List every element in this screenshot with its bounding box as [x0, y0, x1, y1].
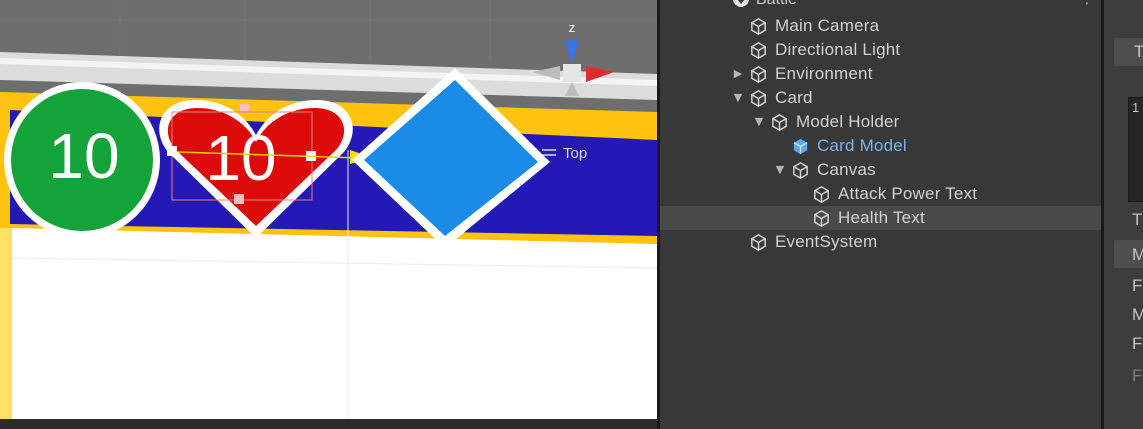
prefab-cube-icon [793, 138, 808, 155]
hierarchy-item-model-holder[interactable]: ▼ Model Holder [660, 110, 1101, 134]
hierarchy-item-label: Card [775, 88, 813, 107]
scene-footer-bar [0, 419, 657, 429]
scene-name: Battle* [756, 0, 803, 9]
scene-header-row[interactable]: ▼ Battle* ⋮ [660, 0, 1101, 9]
hierarchy-item-eventsystem[interactable]: EventSystem [660, 230, 1101, 254]
hierarchy-item-attack-power-text[interactable]: Attack Power Text [660, 182, 1101, 206]
gameobject-cube-icon [751, 18, 766, 35]
expand-arrow-expanded-icon[interactable]: ▼ [753, 114, 765, 130]
health-text[interactable]: 10 [205, 122, 276, 194]
hierarchy-item-card[interactable]: ▼ Card [660, 86, 1101, 110]
hierarchy-item-canvas[interactable]: ▼ Canvas [660, 158, 1101, 182]
hierarchy-item-environment[interactable]: ▶ Environment [660, 62, 1101, 86]
scene-expand-arrow-icon[interactable]: ▼ [712, 0, 720, 2]
hierarchy-item-label: Attack Power Text [838, 184, 978, 203]
hierarchy-item-label: Card Model [817, 136, 907, 155]
hierarchy-item-card-model[interactable]: Card Model [660, 134, 1101, 158]
gameobject-cube-icon [751, 42, 766, 59]
hierarchy-item-label: EventSystem [775, 232, 878, 251]
gameobject-cube-icon [814, 210, 829, 227]
gameobject-cube-icon [814, 186, 829, 203]
hierarchy-panel: ▼ Battle* ⋮ Main Camera Directional Ligh… [660, 0, 1101, 429]
rect-handle-bottom[interactable] [234, 194, 244, 204]
attack-power-text[interactable]: 10 [48, 120, 119, 192]
gameobject-cube-icon [751, 90, 766, 107]
scene-view[interactable]: 10 10 z Top [0, 0, 657, 429]
hierarchy-item-health-text[interactable]: Health Text [660, 206, 1101, 230]
gizmo-view-label[interactable]: Top [563, 145, 587, 162]
inspector-letter: M [1132, 305, 1143, 324]
inspector-letter: M [1132, 245, 1143, 264]
hierarchy-item-label: Directional Light [775, 40, 901, 59]
rect-handle-left[interactable] [167, 146, 177, 156]
rect-handle-top[interactable] [240, 104, 249, 111]
hierarchy-item-label: Health Text [838, 208, 925, 227]
inspector-letter: F [1132, 276, 1143, 295]
inspector-letter: T [1134, 42, 1143, 61]
inspector-letter: F [1132, 334, 1143, 353]
scene-canvas[interactable]: 10 10 z Top [0, 0, 657, 429]
hierarchy-item-label: Environment [775, 64, 873, 83]
gizmo-center-cube-icon[interactable] [563, 64, 581, 82]
hierarchy-item-main-camera[interactable]: Main Camera [660, 14, 1101, 38]
gameobject-cube-icon [751, 234, 766, 251]
expand-arrow-expanded-icon[interactable]: ▼ [774, 162, 786, 178]
card-left-edge [0, 228, 12, 420]
inspector-letter: T [1132, 210, 1143, 229]
expand-arrow-expanded-icon[interactable]: ▼ [732, 90, 744, 106]
hierarchy-item-label: Model Holder [796, 112, 900, 131]
kebab-menu-icon[interactable]: ⋮ [1080, 0, 1094, 7]
inspector-letter: 1 [1132, 100, 1140, 115]
inspector-panel: T 1 T M F M F F [1104, 0, 1143, 429]
expand-arrow-collapsed-icon[interactable]: ▶ [732, 66, 744, 82]
inspector-letter: F [1132, 366, 1143, 385]
gameobject-cube-icon [793, 162, 808, 179]
gizmo-z-label: z [569, 20, 576, 35]
hierarchy-item-label: Canvas [817, 160, 876, 179]
gameobject-cube-icon [751, 66, 766, 83]
unity-scene-icon [733, 0, 749, 7]
gameobject-cube-icon [772, 114, 787, 131]
card-body [12, 228, 657, 420]
hierarchy-item-label: Main Camera [775, 16, 880, 35]
hierarchy-item-directional-light[interactable]: Directional Light [660, 38, 1101, 62]
